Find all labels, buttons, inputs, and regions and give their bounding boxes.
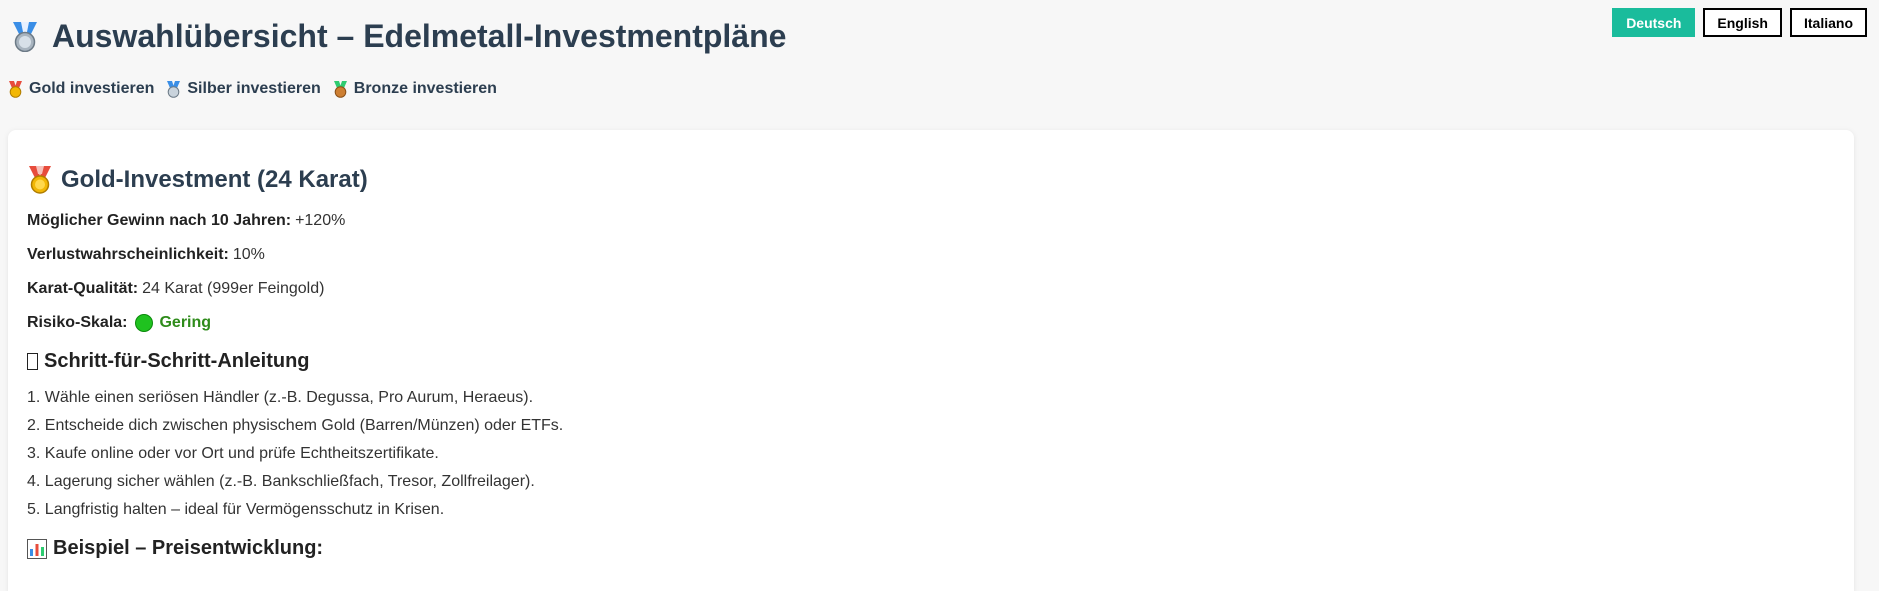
field-label: Verlustwahrscheinlichkeit:: [27, 246, 229, 263]
nav-item-label: Bronze investieren: [353, 80, 497, 97]
lang-button-english[interactable]: English: [1703, 8, 1782, 37]
lang-button-italiano[interactable]: Italiano: [1789, 8, 1867, 37]
field-profit: Möglicher Gewinn nach 10 Jahren: +120%: [27, 212, 1834, 230]
nav-item-bronze[interactable]: Bronze investieren: [333, 80, 497, 98]
language-selector: Deutsch English Italiano: [1612, 8, 1867, 37]
field-label: Risiko-Skala:: [27, 314, 128, 331]
silver-medal-icon: [166, 80, 181, 98]
green-circle-icon: [135, 314, 154, 332]
step-text: Langfristig halten – ideal für Vermögens…: [44, 501, 445, 518]
field-label: Karat-Qualität:: [27, 280, 139, 297]
card-title: Gold-Investment (24 Karat): [27, 166, 1834, 194]
page-title: Auswahlübersicht – Edelmetall-Investment…: [10, 18, 786, 55]
step-item: 4. Lagerung sicher wählen (z.-B. Banksch…: [27, 473, 535, 490]
metal-nav: Gold investieren Silber investieren Bron…: [8, 80, 497, 98]
page-title-text: Auswahlübersicht – Edelmetall-Investment…: [52, 18, 787, 54]
field-value: 24 Karat (999er Feingold): [142, 280, 325, 297]
field-loss-probability: Verlustwahrscheinlichkeit: 10%: [27, 246, 1834, 264]
step-text: Lagerung sicher wählen (z.-B. Bankschlie…: [44, 473, 535, 490]
nav-item-silver[interactable]: Silber investieren: [166, 80, 321, 98]
card-title-text: Gold-Investment (24 Karat): [61, 166, 368, 193]
step-item: 1. Wähle einen seriösen Händler (z.-B. D…: [27, 389, 534, 406]
guide-heading: Schritt-für-Schritt-Anleitung: [27, 350, 1834, 373]
gold-medal-icon: [8, 80, 23, 98]
bronze-medal-icon: [333, 80, 348, 98]
chart-heading: Beispiel – Preisentwicklung:: [27, 537, 1834, 560]
field-value: 10%: [232, 246, 265, 263]
step-text: Kaufe online oder vor Ort und prüfe Echt…: [44, 445, 439, 462]
nav-item-gold[interactable]: Gold investieren: [8, 80, 154, 98]
field-value: +120%: [295, 212, 346, 229]
risk-value: Gering: [159, 314, 212, 331]
nav-item-label: Gold investieren: [29, 80, 155, 97]
gold-investment-card: Gold-Investment (24 Karat) Möglicher Gew…: [8, 130, 1854, 591]
chart-heading-text: Beispiel – Preisentwicklung:: [53, 537, 324, 559]
nav-item-label: Silber investieren: [187, 80, 321, 97]
missing-glyph-icon: [27, 353, 38, 370]
field-risk-scale: Risiko-Skala: Gering: [27, 314, 1834, 332]
bar-chart-icon: [27, 538, 47, 559]
silver-medal-icon: [10, 21, 40, 52]
field-label: Möglicher Gewinn nach 10 Jahren:: [27, 212, 292, 229]
gold-medal-icon: [27, 166, 53, 194]
step-item: 5. Langfristig halten – ideal für Vermög…: [27, 501, 445, 518]
guide-heading-text: Schritt-für-Schritt-Anleitung: [44, 350, 310, 372]
step-text: Wähle einen seriösen Händler (z.-B. Degu…: [44, 389, 534, 406]
field-karat-quality: Karat-Qualität: 24 Karat (999er Feingold…: [27, 280, 1834, 298]
lang-button-deutsch[interactable]: Deutsch: [1612, 8, 1696, 37]
steps-list: 1. Wähle einen seriösen Händler (z.-B. D…: [27, 389, 1834, 529]
step-item: 3. Kaufe online oder vor Ort und prüfe E…: [27, 445, 439, 462]
step-text: Entscheide dich zwischen physischem Gold…: [44, 417, 564, 434]
step-item: 2. Entscheide dich zwischen physischem G…: [27, 417, 564, 434]
